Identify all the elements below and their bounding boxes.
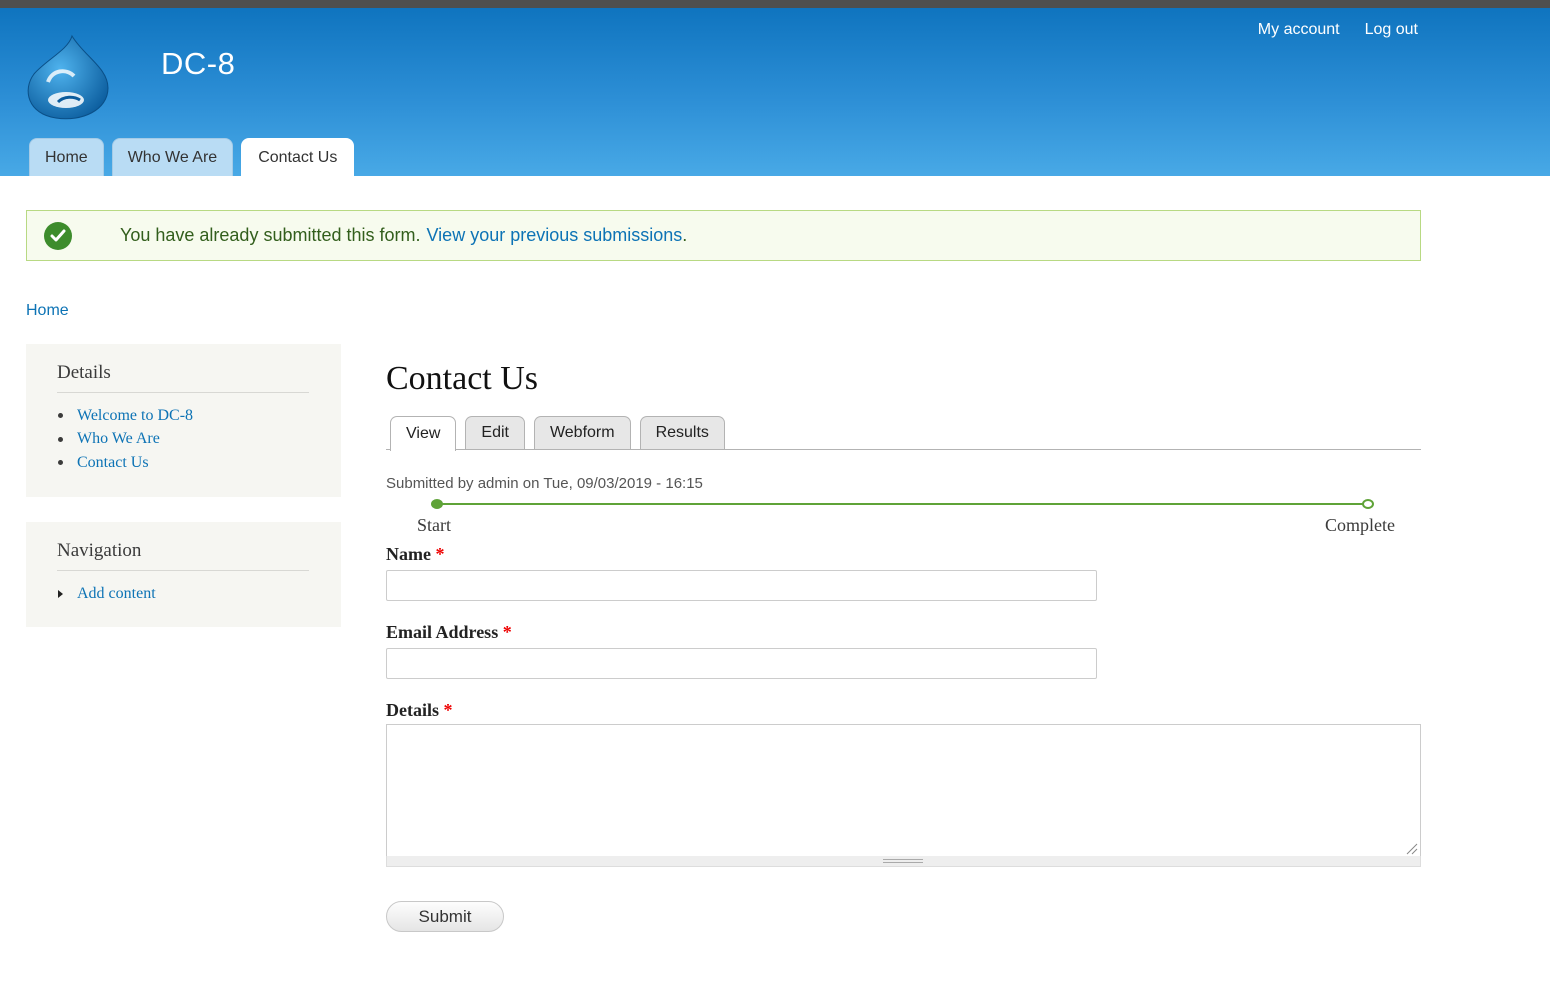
breadcrumb: Home xyxy=(26,302,69,320)
details-textarea[interactable] xyxy=(386,724,1421,857)
progress-end-label: Complete xyxy=(1325,515,1395,535)
progress-start-marker xyxy=(431,499,443,509)
required-marker: * xyxy=(435,544,445,564)
navigation-block-title: Navigation xyxy=(57,540,309,571)
previous-submissions-link[interactable]: View your previous submissions xyxy=(427,225,683,246)
tab-edit[interactable]: Edit xyxy=(465,416,525,449)
required-marker: * xyxy=(443,700,453,720)
sidebar-item-add-content[interactable]: Add content xyxy=(77,585,156,603)
details-block-title: Details xyxy=(57,362,309,393)
grippie-bars-icon xyxy=(883,859,923,863)
check-circle-icon xyxy=(44,221,72,250)
name-label: Name * xyxy=(386,544,444,565)
site-logo[interactable] xyxy=(22,30,114,122)
email-label: Email Address * xyxy=(386,622,512,643)
secondary-menu: My account Log out xyxy=(1258,21,1418,39)
tab-results[interactable]: Results xyxy=(639,416,725,449)
status-message: You have already submitted this form. Vi… xyxy=(26,210,1421,261)
local-tasks: View Edit Webform Results xyxy=(386,416,1421,451)
breadcrumb-home-link[interactable]: Home xyxy=(26,302,69,319)
tab-home[interactable]: Home xyxy=(29,138,104,176)
textarea-grippie[interactable] xyxy=(386,856,1421,867)
name-input[interactable] xyxy=(386,570,1097,601)
bullet-icon xyxy=(58,460,63,466)
name-label-text: Name xyxy=(386,544,431,564)
details-menu: Welcome to DC-8 Who We Are Contact Us xyxy=(58,404,193,475)
navigation-menu: Add content xyxy=(58,582,156,606)
sidebar-item-contact-us[interactable]: Contact Us xyxy=(77,454,149,472)
tab-view[interactable]: View xyxy=(390,416,457,451)
progress-line xyxy=(438,503,1366,505)
resize-handle-icon[interactable] xyxy=(1404,841,1418,855)
bullet-icon xyxy=(58,436,63,442)
site-header: DC-8 My account Log out Home Who We Are … xyxy=(0,8,1550,176)
list-item: Add content xyxy=(58,582,156,606)
email-label-text: Email Address xyxy=(386,622,499,642)
status-suffix: . xyxy=(682,225,688,245)
top-strip xyxy=(0,0,1550,8)
status-text: You have already submitted this form. xyxy=(120,225,421,245)
my-account-link[interactable]: My account xyxy=(1258,21,1340,39)
tab-webform[interactable]: Webform xyxy=(533,416,631,449)
bullet-icon xyxy=(58,413,63,419)
log-out-link[interactable]: Log out xyxy=(1365,21,1418,39)
email-input[interactable] xyxy=(386,648,1097,679)
sidebar-item-welcome[interactable]: Welcome to DC-8 xyxy=(77,407,193,425)
site-name[interactable]: DC-8 xyxy=(161,46,235,82)
triangle-right-icon xyxy=(58,589,63,598)
tab-contact-us[interactable]: Contact Us xyxy=(241,138,355,176)
sidebar-details-block: Details Welcome to DC-8 Who We Are Conta… xyxy=(26,344,341,497)
required-marker: * xyxy=(502,622,512,642)
page-title: Contact Us xyxy=(386,360,539,397)
details-label-text: Details xyxy=(386,700,439,720)
wizard-progress-bar: Start Complete xyxy=(386,497,1421,539)
details-label: Details * xyxy=(386,700,453,721)
submitted-info: Submitted by admin on Tue, 09/03/2019 - … xyxy=(386,475,703,492)
submit-button[interactable]: Submit xyxy=(386,901,504,932)
progress-end-marker xyxy=(1362,499,1374,509)
sidebar-item-who-we-are[interactable]: Who We Are xyxy=(77,430,160,448)
list-item: Who We Are xyxy=(58,428,193,452)
list-item: Contact Us xyxy=(58,451,193,475)
progress-start-label: Start xyxy=(417,515,451,535)
primary-menu: Home Who We Are Contact Us xyxy=(29,138,355,176)
tab-who-we-are[interactable]: Who We Are xyxy=(111,138,234,176)
sidebar-navigation-block: Navigation Add content xyxy=(26,522,341,627)
drupal-drop-logo-icon xyxy=(27,34,109,120)
list-item: Welcome to DC-8 xyxy=(58,404,193,428)
